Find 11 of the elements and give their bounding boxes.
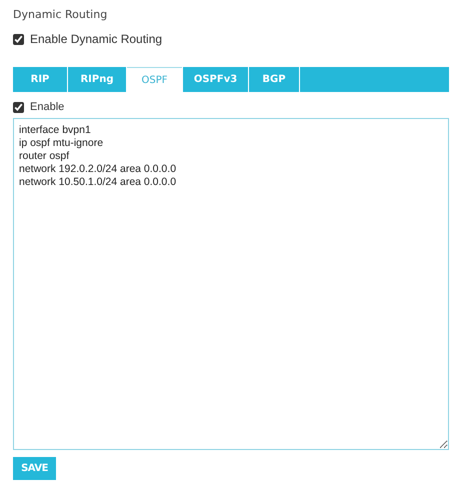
section-title: Dynamic Routing (13, 8, 108, 23)
checkbox-label: Enable (30, 101, 64, 113)
enable-dynamic-routing-checkbox[interactable] (13, 34, 24, 44)
protocol-tab[interactable]: RIPng (68, 67, 126, 92)
config-text-field[interactable]: interface bvpn1 ip ospf mtu-ignore router ospf network 192.0.2.0/24 area 0.0.0.0 network 10.50.1.0/24 area 0.0.0.0 (13, 118, 449, 450)
save-button[interactable]: SAVE (13, 457, 56, 480)
protocol-tab[interactable]: BGP (249, 67, 299, 92)
protocol-tab[interactable]: RIP (13, 67, 67, 92)
checkbox-label: Enable Dynamic Routing (30, 32, 162, 46)
protocol-tab[interactable]: OSPFv3 (183, 67, 248, 92)
enable-checkbox[interactable] (13, 102, 24, 112)
